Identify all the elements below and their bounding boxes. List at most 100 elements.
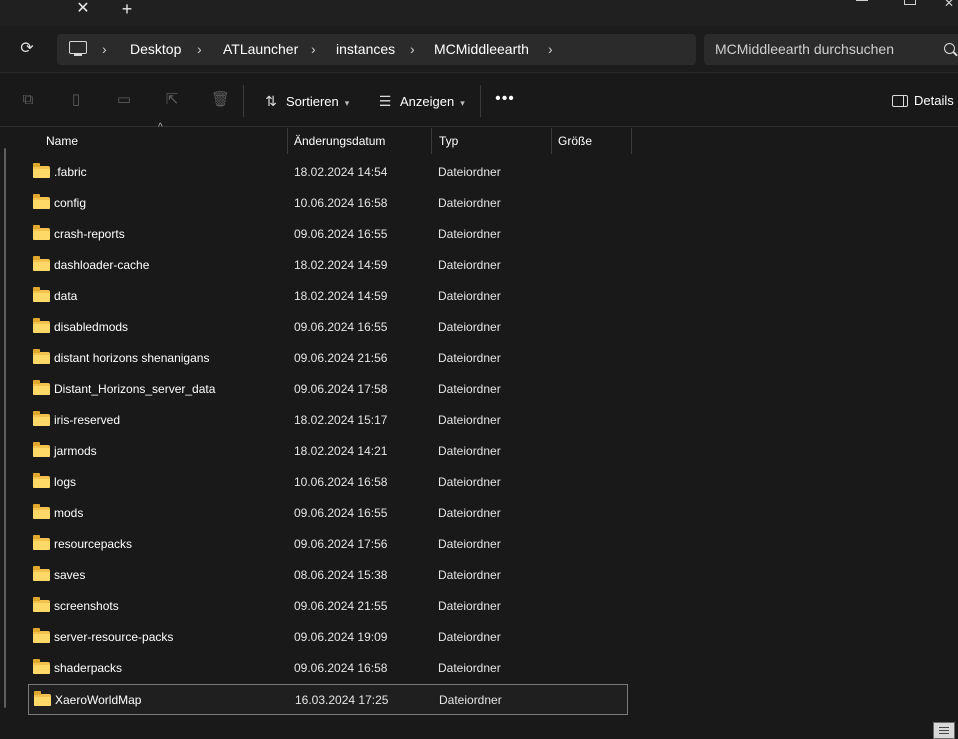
details-view-toggle[interactable] xyxy=(933,722,955,739)
file-date: 16.03.2024 17:25 xyxy=(295,693,389,707)
folder-icon xyxy=(33,659,50,674)
delete-icon[interactable]: 🗑 xyxy=(211,91,230,109)
file-type: Dateiordner xyxy=(438,506,501,520)
minimize-button[interactable] xyxy=(856,0,868,1)
file-date: 09.06.2024 16:55 xyxy=(294,320,388,334)
folder-icon xyxy=(33,535,50,550)
column-header-type[interactable]: Typ xyxy=(439,128,458,154)
column-divider[interactable] xyxy=(431,128,432,154)
window-close-button[interactable]: ✕ xyxy=(944,0,958,6)
column-header-size[interactable]: Größe xyxy=(558,128,592,154)
file-name: crash-reports xyxy=(54,227,125,241)
chevron-right-icon[interactable]: › xyxy=(102,34,107,65)
file-row[interactable]: XaeroWorldMap 16.03.2024 17:25 Dateiordner xyxy=(28,684,628,715)
file-date: 09.06.2024 19:09 xyxy=(294,630,388,644)
file-row[interactable]: jarmods 18.02.2024 14:21 Dateiordner xyxy=(28,436,628,467)
details-button[interactable]: Details xyxy=(892,87,954,115)
chevron-right-icon[interactable]: › xyxy=(548,34,553,65)
navigation-pane-scrollbar[interactable] xyxy=(4,148,6,708)
file-type: Dateiordner xyxy=(438,475,501,489)
column-divider[interactable] xyxy=(287,128,288,154)
maximize-button[interactable] xyxy=(904,0,916,5)
column-header-date[interactable]: Änderungsdatum xyxy=(294,128,385,154)
folder-icon xyxy=(33,566,50,581)
file-name: dashloader-cache xyxy=(54,258,150,272)
sort-button[interactable]: ⇅ Sortieren ▾ xyxy=(262,87,349,115)
file-row[interactable]: Distant_Horizons_server_data 09.06.2024 1… xyxy=(28,374,628,405)
file-date: 18.02.2024 14:54 xyxy=(294,165,388,179)
file-date: 09.06.2024 17:58 xyxy=(294,382,388,396)
this-pc-icon[interactable] xyxy=(69,41,87,56)
folder-icon xyxy=(33,597,50,612)
rename-icon[interactable]: ▭ xyxy=(115,91,133,109)
file-row[interactable]: server-resource-packs 09.06.2024 19:09 Dat… xyxy=(28,622,628,653)
folder-icon xyxy=(33,163,50,178)
file-name: distant horizons shenanigans xyxy=(54,351,210,365)
file-row[interactable]: config 10.06.2024 16:58 Dateiordner xyxy=(28,188,628,219)
folder-icon xyxy=(33,349,50,364)
chevron-down-icon: ▾ xyxy=(344,98,350,108)
file-name: disabledmods xyxy=(54,320,129,334)
file-row[interactable]: disabledmods 09.06.2024 16:55 Dateiordner xyxy=(28,312,628,343)
file-name: Distant_Horizons_server_data xyxy=(54,382,216,396)
folder-icon xyxy=(33,287,50,302)
column-divider[interactable] xyxy=(631,128,632,154)
title-bar: ✕ + ✕ xyxy=(0,0,958,26)
search-icon[interactable] xyxy=(944,43,955,54)
file-date: 09.06.2024 21:56 xyxy=(294,351,388,365)
file-row[interactable]: resourcepacks 09.06.2024 17:56 Dateiordner xyxy=(28,529,628,560)
chevron-right-icon[interactable]: › xyxy=(410,34,415,65)
details-pane-icon xyxy=(892,94,908,107)
paste-icon[interactable]: ▯ xyxy=(67,91,85,109)
file-row[interactable]: iris-reserved 18.02.2024 15:17 Dateiordner xyxy=(28,405,628,436)
file-row[interactable]: data 18.02.2024 14:59 Dateiordner xyxy=(28,281,628,312)
new-tab-button[interactable]: + xyxy=(116,0,138,20)
file-type: Dateiordner xyxy=(438,599,501,613)
search-input[interactable]: MCMiddleearth durchsuchen xyxy=(704,34,958,65)
folder-icon xyxy=(33,473,50,488)
file-row[interactable]: dashloader-cache 18.02.2024 14:59 Dateiord… xyxy=(28,250,628,281)
file-type: Dateiordner xyxy=(438,227,501,241)
view-button[interactable]: ☰ Anzeigen ▾ xyxy=(376,87,465,115)
search-placeholder: MCMiddleearth durchsuchen xyxy=(715,41,894,57)
column-divider[interactable] xyxy=(551,128,552,154)
address-bar[interactable]: › Desktop › ATLauncher › instances › MCM… xyxy=(57,34,696,65)
file-row[interactable]: shaderpacks 09.06.2024 16:58 Dateiordner xyxy=(28,653,628,684)
details-label: Details xyxy=(914,93,954,108)
file-name: .fabric xyxy=(54,165,87,179)
file-row[interactable]: mods 09.06.2024 16:55 Dateiordner xyxy=(28,498,628,529)
tab-close-button[interactable]: ✕ xyxy=(72,0,94,20)
file-type: Dateiordner xyxy=(439,693,502,707)
file-row[interactable]: screenshots 09.06.2024 21:55 Dateiordner xyxy=(28,591,628,622)
copy-icon[interactable]: ⧉ xyxy=(19,91,37,109)
file-row[interactable]: saves 08.06.2024 15:38 Dateiordner xyxy=(28,560,628,591)
file-date: 10.06.2024 16:58 xyxy=(294,196,388,210)
more-options-button[interactable]: ••• xyxy=(495,87,515,115)
share-icon[interactable]: ⇱ xyxy=(163,91,181,109)
file-type: Dateiordner xyxy=(438,537,501,551)
file-name: resourcepacks xyxy=(54,537,133,551)
file-row[interactable]: crash-reports 09.06.2024 16:55 Dateiordner xyxy=(28,219,628,250)
breadcrumb-mcmiddleearth[interactable]: MCMiddleearth xyxy=(434,34,529,65)
breadcrumb-instances[interactable]: instances xyxy=(336,34,395,65)
file-date: 18.02.2024 14:59 xyxy=(294,258,388,272)
breadcrumb-atlauncher[interactable]: ATLauncher xyxy=(223,34,298,65)
file-date: 18.02.2024 14:21 xyxy=(294,444,388,458)
file-row[interactable]: logs 10.06.2024 16:58 Dateiordner xyxy=(28,467,628,498)
refresh-icon[interactable]: ⟳ xyxy=(16,38,38,60)
file-row[interactable]: distant horizons shenanigans 09.06.2024 2… xyxy=(28,343,628,374)
column-header-name[interactable]: Name xyxy=(46,128,78,154)
sort-label: Sortieren xyxy=(286,94,339,109)
view-icon: ☰ xyxy=(378,93,392,109)
breadcrumb-desktop[interactable]: Desktop xyxy=(130,34,181,65)
file-type: Dateiordner xyxy=(438,258,501,272)
chevron-right-icon[interactable]: › xyxy=(311,34,316,65)
file-name: config xyxy=(54,196,87,210)
file-row[interactable]: .fabric 18.02.2024 14:54 Dateiordner xyxy=(28,157,628,188)
address-row: ⟳ › Desktop › ATLauncher › instances › M… xyxy=(0,26,958,72)
file-name: data xyxy=(54,289,78,303)
file-name: shaderpacks xyxy=(54,661,123,675)
chevron-right-icon[interactable]: › xyxy=(197,34,202,65)
file-name: saves xyxy=(54,568,86,582)
file-type: Dateiordner xyxy=(438,196,501,210)
